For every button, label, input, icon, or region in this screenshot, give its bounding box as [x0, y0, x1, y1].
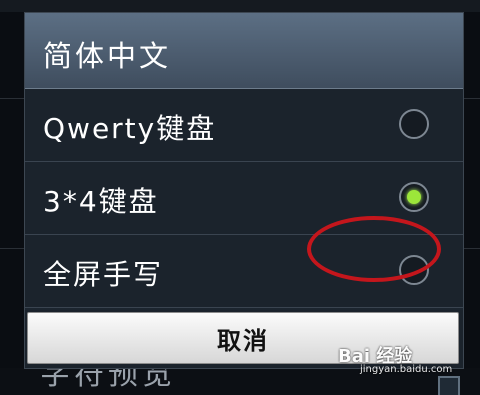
cancel-label: 取消 [217, 326, 269, 355]
annotation-circle [307, 216, 441, 282]
dialog-header: 简体中文 [25, 13, 463, 89]
radio-button[interactable] [399, 109, 429, 139]
background-top-strip [0, 0, 480, 12]
watermark-url: jingyan.baidu.com [360, 364, 453, 375]
option-label: Qwerty键盘 [43, 112, 217, 145]
radio-button-selected[interactable] [399, 182, 429, 212]
screen: 字符预览 简体中文 Qwerty键盘 3*4键盘 全屏手写 取消 Bai 经验 … [0, 0, 480, 395]
input-method-dialog: 简体中文 Qwerty键盘 3*4键盘 全屏手写 取消 [24, 12, 464, 369]
option-label: 全屏手写 [43, 258, 164, 291]
dialog-title: 简体中文 [43, 39, 172, 73]
baidu-watermark: Bai 经验 jingyan.baidu.com [338, 342, 476, 392]
radio-selected-dot [407, 190, 421, 204]
option-qwerty-keyboard[interactable]: Qwerty键盘 [25, 89, 463, 162]
option-label: 3*4键盘 [43, 185, 159, 218]
